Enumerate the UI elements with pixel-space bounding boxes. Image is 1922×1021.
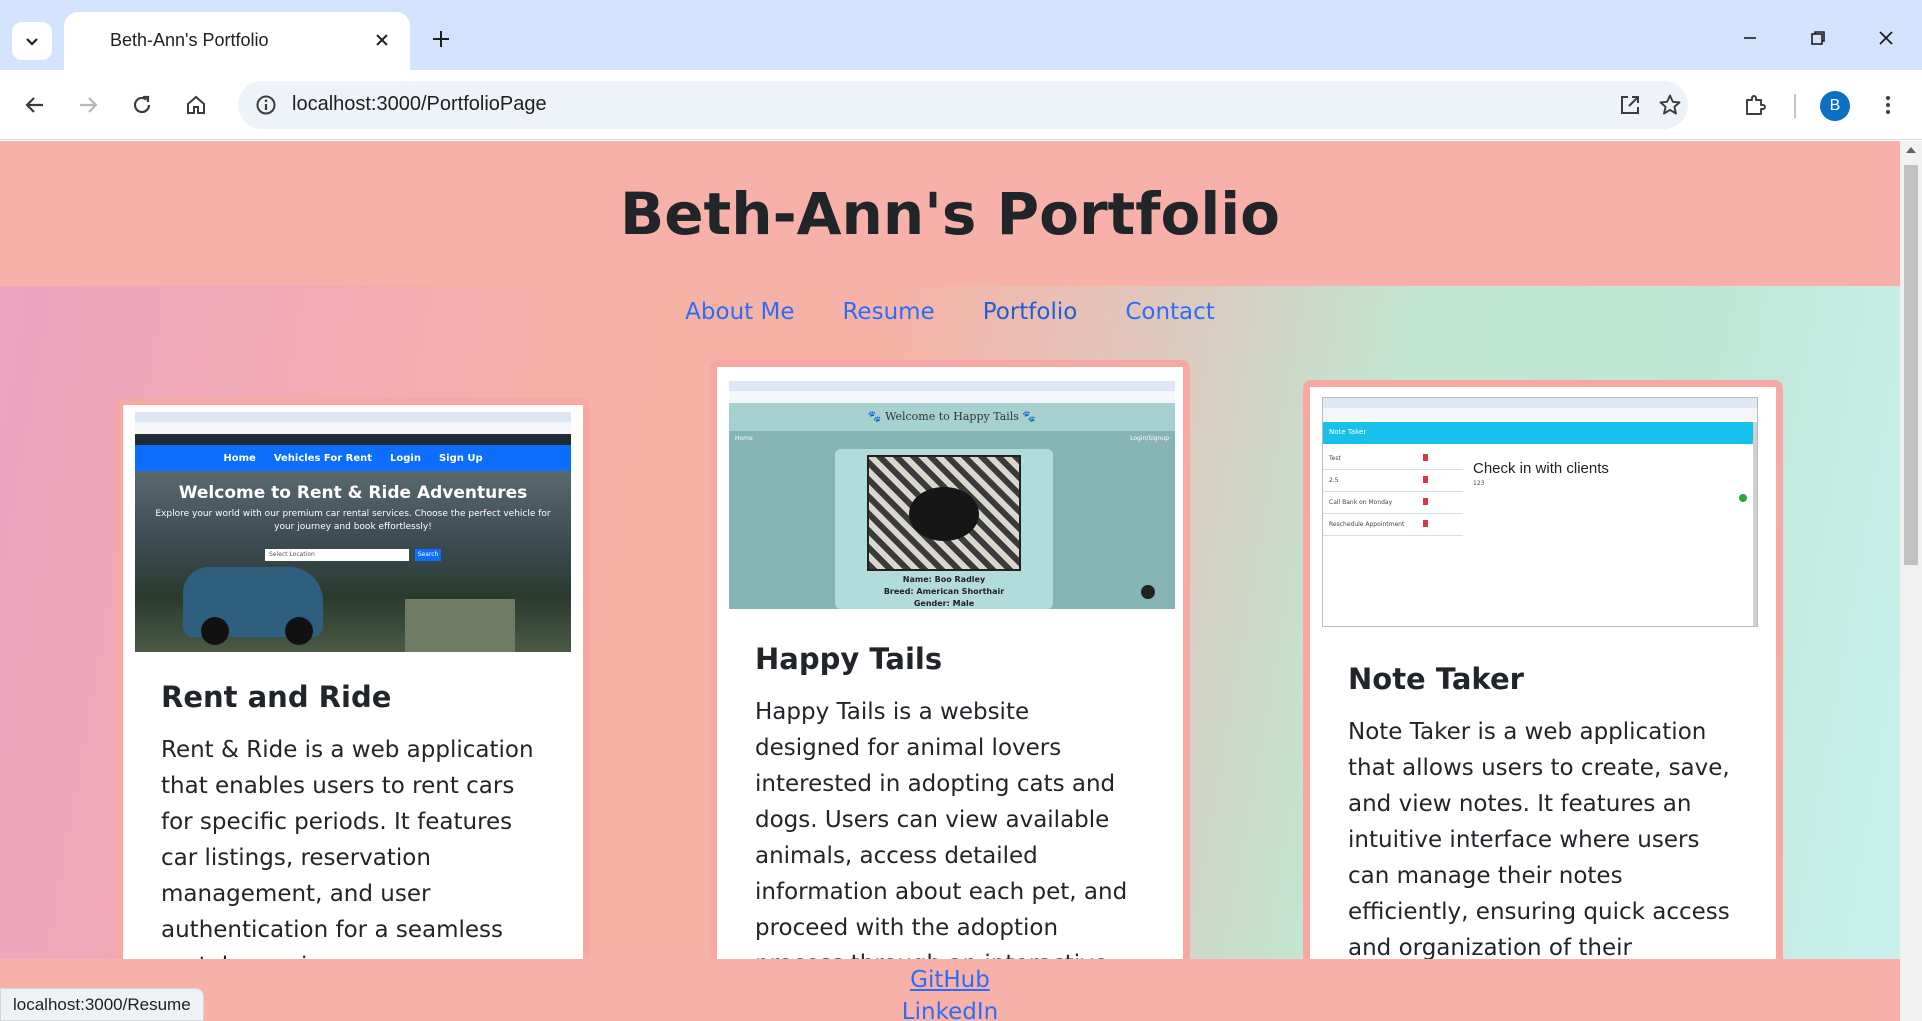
nav-link-contact[interactable]: Contact — [1125, 299, 1214, 325]
preview-note-list: Test 2.5 Call Bank on Monday Reschedule … — [1323, 448, 1463, 536]
preview-header: 🐾 Welcome to Happy Tails 🐾 — [729, 403, 1175, 431]
site-footer: GitHub LinkedIn — [0, 959, 1900, 1021]
active-tab[interactable]: Beth-Ann's Portfolio — [64, 12, 410, 70]
github-link[interactable]: GitHub — [0, 967, 1900, 993]
project-card-happy-tails: 🐾 Welcome to Happy Tails 🐾 Home Login/Si… — [710, 360, 1190, 1021]
status-bar-url: localhost:3000/Resume — [0, 988, 204, 1021]
preview-home-link: Home — [735, 435, 753, 442]
project-screenshot[interactable]: Note Taker Test 2.5 Call Bank on Monday … — [1310, 387, 1776, 637]
happy-tails-preview: 🐾 Welcome to Happy Tails 🐾 Home Login/Si… — [729, 381, 1175, 609]
back-arrow-icon — [25, 97, 43, 113]
scroll-up-arrow-icon[interactable] — [1906, 147, 1916, 153]
note-taker-preview: Note Taker Test 2.5 Call Bank on Monday … — [1322, 397, 1758, 627]
reload-button[interactable] — [124, 87, 160, 123]
restore-icon — [1811, 31, 1825, 45]
page-viewport: Beth-Ann's Portfolio About Me Resume Por… — [0, 141, 1900, 1021]
preview-hero: Welcome to Rent & Ride Adventures Explor… — [135, 471, 571, 652]
address-bar[interactable]: localhost:3000/PortfolioPage — [238, 81, 1688, 129]
preview-app-bar: Note Taker — [1323, 422, 1757, 444]
tab-close-icon[interactable] — [370, 28, 394, 52]
tab-title: Beth-Ann's Portfolio — [110, 30, 269, 50]
rent-ride-preview: Home Vehicles For Rent Login Sign Up Wel… — [135, 412, 571, 652]
forward-button[interactable] — [70, 87, 106, 123]
card-title: Happy Tails — [755, 642, 943, 676]
menu-button[interactable] — [1870, 87, 1906, 123]
linkedin-link[interactable]: LinkedIn — [0, 999, 1900, 1021]
home-button[interactable] — [178, 87, 214, 123]
tab-search-button[interactable] — [12, 22, 52, 60]
chevron-down-icon — [26, 38, 38, 46]
preview-note-item: Reschedule Appointment — [1323, 514, 1463, 536]
preview-search-input: Select Location — [265, 549, 409, 561]
preview-nav-login: Login — [390, 452, 421, 464]
bookmark-star-icon[interactable] — [1652, 87, 1688, 123]
profile-avatar[interactable]: B — [1820, 91, 1850, 121]
site-header: Beth-Ann's Portfolio — [0, 141, 1900, 286]
minimize-icon — [1744, 37, 1756, 39]
preview-note-item: Test — [1323, 448, 1463, 470]
preview-note-text: 123 — [1473, 480, 1485, 487]
minimize-button[interactable] — [1732, 20, 1768, 56]
home-icon — [187, 95, 205, 114]
main-nav: About Me Resume Portfolio Contact — [0, 299, 1900, 325]
preview-navbar: Home Vehicles For Rent Login Sign Up — [135, 445, 571, 471]
project-card-rent-and-ride: Home Vehicles For Rent Login Sign Up Wel… — [116, 398, 590, 1021]
nav-link-about-me[interactable]: About Me — [685, 299, 794, 325]
browser-tab-bar: Beth-Ann's Portfolio — [0, 0, 1922, 70]
save-note-icon — [1739, 494, 1747, 502]
preview-note-item: Call Bank on Monday — [1323, 492, 1463, 514]
extensions-button[interactable] — [1737, 87, 1773, 123]
pet-gender: Gender: Male — [913, 599, 975, 608]
plus-icon — [433, 31, 449, 47]
project-card-note-taker: Note Taker Test 2.5 Call Bank on Monday … — [1303, 380, 1783, 1021]
project-screenshot[interactable]: Home Vehicles For Rent Login Sign Up Wel… — [123, 405, 583, 655]
pet-photo — [867, 455, 1021, 571]
nav-link-portfolio[interactable]: Portfolio — [983, 299, 1078, 325]
back-button[interactable] — [17, 87, 53, 123]
scroll-thumb[interactable] — [1904, 165, 1918, 565]
card-title: Note Taker — [1348, 662, 1524, 696]
reload-icon — [133, 95, 151, 114]
preview-login-link: Login/Signup — [1130, 435, 1169, 442]
pet-name: Name: Boo Radley — [902, 575, 986, 584]
more-vert-icon — [1886, 96, 1890, 114]
page-title: Beth-Ann's Portfolio — [620, 179, 1280, 248]
project-screenshot[interactable]: 🐾 Welcome to Happy Tails 🐾 Home Login/Si… — [717, 367, 1183, 617]
page-scrollbar[interactable] — [1900, 141, 1922, 1021]
preview-nav-home: Home — [223, 452, 256, 464]
site-info-icon[interactable] — [248, 87, 284, 123]
preview-note-item: 2.5 — [1323, 470, 1463, 492]
preview-hero-subheading: Explore your world with our premium car … — [155, 509, 551, 532]
restore-button[interactable] — [1800, 20, 1836, 56]
forward-arrow-icon — [80, 97, 98, 113]
browser-toolbar: localhost:3000/PortfolioPage B — [0, 70, 1922, 140]
open-in-app-icon[interactable] — [1612, 87, 1648, 123]
toolbar-divider — [1794, 94, 1796, 118]
puzzle-icon — [1746, 95, 1766, 115]
preview-nav-signup: Sign Up — [438, 452, 483, 464]
pet-breed: Breed: American Shorthair — [883, 587, 1005, 596]
preview-hero-heading: Welcome to Rent & Ride Adventures — [178, 483, 528, 503]
close-icon — [1879, 31, 1893, 45]
preview-app-title: Note Taker — [1329, 428, 1367, 436]
preview-search-button: Search — [415, 549, 441, 561]
card-description: Rent & Ride is a web application that en… — [161, 737, 534, 979]
card-title: Rent and Ride — [161, 680, 392, 714]
preview-note-title: Check in with clients — [1473, 460, 1609, 477]
pet-card: Name: Boo Radley Breed: American Shortha… — [835, 449, 1053, 609]
new-tab-button[interactable] — [426, 24, 456, 54]
preview-nav-vehicles: Vehicles For Rent — [273, 452, 372, 464]
url-text: localhost:3000/PortfolioPage — [292, 93, 547, 115]
next-arrow-icon — [1141, 585, 1155, 599]
nav-link-resume[interactable]: Resume — [842, 299, 934, 325]
close-window-button[interactable] — [1868, 20, 1904, 56]
